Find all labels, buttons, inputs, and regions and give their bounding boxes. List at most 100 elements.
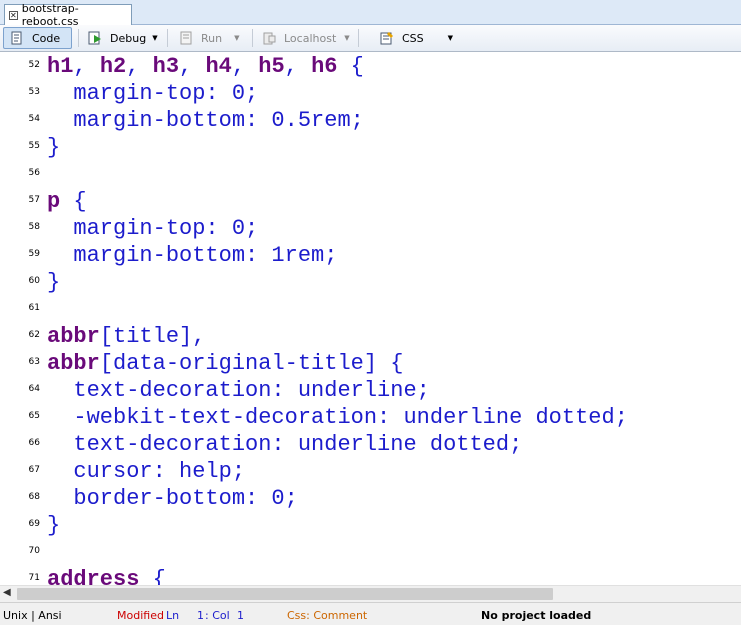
line-number: 61	[28, 303, 40, 313]
run-icon	[179, 31, 193, 45]
line-number: 64	[28, 384, 40, 394]
line-number: 54	[28, 114, 40, 124]
css-text-token: margin-top: 0;	[47, 81, 259, 106]
css-text-token: margin-bottom: 0.5rem;	[47, 108, 364, 133]
code-line[interactable]: 56	[0, 160, 741, 187]
code-text: margin-bottom: 1rem;	[47, 243, 337, 268]
chevron-down-icon: ▼	[234, 34, 240, 42]
code-text: margin-bottom: 0.5rem;	[47, 108, 364, 133]
code-text: border-bottom: 0;	[47, 486, 298, 511]
code-line[interactable]: 64 text-decoration: underline;	[0, 376, 741, 403]
css-text-token: ,	[126, 54, 153, 79]
code-text: address {	[47, 567, 166, 585]
run-button[interactable]: Run ▼	[173, 27, 249, 49]
css-selector-token: abbr	[47, 324, 100, 349]
code-line[interactable]: 53 margin-top: 0;	[0, 79, 741, 106]
code-line[interactable]: 54 margin-bottom: 0.5rem;	[0, 106, 741, 133]
code-line[interactable]: 69}	[0, 511, 741, 538]
css-selector-token: h6	[311, 54, 338, 79]
col-label: : Col	[205, 609, 230, 622]
code-line[interactable]: 57 p {	[0, 187, 741, 214]
project-status: No project loaded	[481, 609, 592, 622]
code-text: text-decoration: underline;	[47, 378, 429, 403]
line-endings-status[interactable]: Unix | Ansi	[3, 609, 62, 622]
css-selector-token: h1	[47, 54, 74, 79]
code-line[interactable]: 67 cursor: help;	[0, 457, 741, 484]
code-text: margin-top: 0;	[47, 81, 258, 106]
line-number: 69	[28, 519, 40, 529]
code-line[interactable]: 68 border-bottom: 0;	[0, 484, 741, 511]
css-label: CSS	[402, 31, 424, 45]
line-number: 58	[28, 222, 40, 232]
css-selector-token: p	[47, 189, 61, 214]
toolbar-separator	[167, 29, 168, 47]
css-selector-token: h2	[99, 54, 127, 79]
status-bar: Unix | Ansi Modified Ln 1 : Col 1 Css: C…	[0, 602, 741, 625]
code-view-icon	[10, 31, 24, 45]
line-number: 66	[28, 438, 40, 448]
syntax-status: Css: Comment	[287, 609, 368, 622]
ln-label: Ln	[166, 609, 180, 622]
localhost-icon	[262, 31, 276, 45]
code-line[interactable]: 62 abbr[title],	[0, 322, 741, 349]
localhost-label: Localhost	[284, 31, 337, 45]
horizontal-scrollbar[interactable]: ◀	[0, 585, 741, 602]
line-number: 56	[28, 168, 40, 178]
code-editor[interactable]: 52 h1, h2, h3, h4, h5, h6 {53 margin-top:…	[0, 52, 741, 585]
code-text: }	[47, 135, 60, 160]
code-view-button[interactable]: Code	[3, 27, 72, 49]
code-line[interactable]: 70	[0, 538, 741, 565]
css-text-token: ,	[179, 54, 206, 79]
css-dropdown[interactable]: CSS ▼	[374, 27, 460, 49]
code-text: abbr[title],	[47, 324, 205, 349]
debug-button[interactable]: Debug ▼	[82, 27, 162, 49]
code-line[interactable]: 61	[0, 295, 741, 322]
toolbar-separator	[252, 29, 253, 47]
toolbar-separator	[358, 29, 359, 47]
code-line[interactable]: 65 -webkit-text-decoration: underline do…	[0, 403, 741, 430]
code-text: }	[47, 513, 60, 538]
css-text-token: {	[139, 567, 166, 585]
css-text-token: }	[47, 270, 61, 295]
code-text: }	[47, 270, 60, 295]
line-number: 59	[28, 249, 40, 259]
line-number: 53	[28, 87, 40, 97]
line-number: 55	[28, 141, 40, 151]
line-number: 68	[28, 492, 40, 502]
col-value: 1	[237, 609, 244, 622]
scroll-left-arrow-icon[interactable]: ◀	[3, 587, 11, 598]
css-text-token: margin-top: 0;	[47, 216, 259, 241]
css-text-token: ,	[231, 54, 259, 79]
debug-label: Debug	[110, 31, 147, 45]
line-number: 67	[28, 465, 40, 475]
close-icon[interactable]: ✕	[9, 10, 18, 20]
css-text-token: border-bottom: 0;	[47, 486, 298, 511]
code-line[interactable]: 71 address {	[0, 565, 741, 585]
code-line[interactable]: 52 h1, h2, h3, h4, h5, h6 {	[0, 52, 741, 79]
code-line[interactable]: 66 text-decoration: underline dotted;	[0, 430, 741, 457]
line-number: 57	[28, 195, 40, 205]
line-number: 62	[28, 330, 40, 340]
code-line[interactable]: 55}	[0, 133, 741, 160]
chevron-down-icon: ▼	[344, 34, 350, 42]
css-text-token: [data-original-title] {	[99, 351, 404, 376]
scrollbar-thumb[interactable]	[17, 588, 553, 600]
tab-bootstrap-reboot[interactable]: ✕ bootstrap-reboot.css	[4, 2, 132, 28]
ln-value: 1	[197, 609, 204, 622]
localhost-button[interactable]: Localhost ▼	[256, 27, 354, 49]
code-line[interactable]: 59 margin-bottom: 1rem;	[0, 241, 741, 268]
css-text-token: [title],	[99, 324, 206, 349]
code-text: margin-top: 0;	[47, 216, 258, 241]
code-line[interactable]: 58 margin-top: 0;	[0, 214, 741, 241]
code-text: text-decoration: underline dotted;	[47, 432, 522, 457]
code-text: h1, h2, h3, h4, h5, h6 {	[47, 54, 364, 79]
modified-status: Modified	[117, 609, 164, 622]
toolbar: Code Debug ▼ Run ▼ Localhost ▼ CSS ▼	[0, 25, 741, 52]
css-selector-token: h3	[152, 54, 180, 79]
toolbar-separator	[78, 29, 79, 47]
code-line[interactable]: 63 abbr[data-original-title] {	[0, 349, 741, 376]
line-number: 63	[28, 357, 40, 367]
css-text-token: -webkit-text-decoration: underline dotte…	[47, 405, 628, 430]
code-line[interactable]: 60}	[0, 268, 741, 295]
css-selector-token: h5	[258, 54, 285, 79]
